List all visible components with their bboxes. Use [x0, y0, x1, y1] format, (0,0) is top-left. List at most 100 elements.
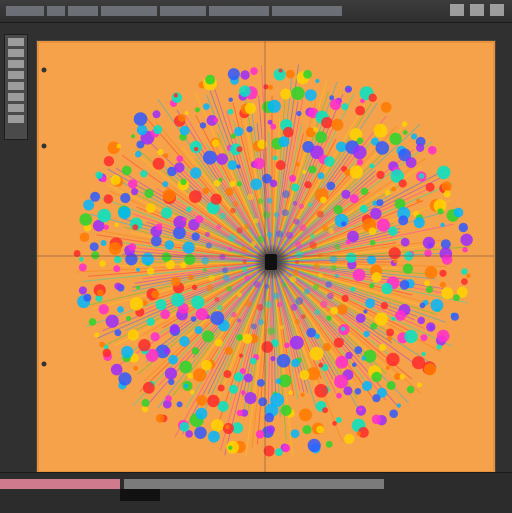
- blob: [368, 93, 377, 102]
- blob: [206, 284, 214, 292]
- blob: [105, 314, 119, 328]
- blob: [132, 224, 139, 231]
- menu-item[interactable]: [68, 6, 98, 16]
- blob: [125, 315, 132, 322]
- blob: [242, 333, 253, 344]
- blob: [240, 246, 248, 253]
- blob: [285, 231, 294, 239]
- blob: [355, 105, 365, 116]
- blob: [100, 240, 107, 246]
- blob: [187, 372, 194, 379]
- window-icon[interactable]: [450, 4, 464, 16]
- blob: [341, 103, 349, 111]
- menu-item[interactable]: [47, 6, 65, 16]
- menu-item[interactable]: [160, 6, 206, 16]
- blob: [141, 405, 148, 413]
- blob: [151, 290, 160, 299]
- window-icon[interactable]: [470, 4, 484, 16]
- blob: [416, 198, 421, 203]
- blob: [308, 165, 317, 174]
- tool-icon[interactable]: [8, 104, 24, 112]
- menu-item[interactable]: [101, 6, 157, 16]
- blob: [120, 192, 131, 204]
- blob: [182, 217, 187, 222]
- blob: [275, 448, 283, 457]
- blob: [268, 84, 273, 90]
- blob: [330, 306, 339, 315]
- menu-item[interactable]: [272, 6, 342, 16]
- blob: [276, 302, 282, 308]
- blob: [250, 178, 262, 191]
- tool-icon[interactable]: [8, 38, 24, 46]
- blob: [313, 127, 318, 133]
- blob: [379, 344, 387, 351]
- blob: [324, 156, 335, 167]
- window-icon[interactable]: [490, 4, 504, 16]
- blob: [340, 326, 346, 332]
- blob: [314, 384, 329, 398]
- blob: [402, 263, 414, 274]
- blob: [210, 311, 225, 326]
- tool-panel[interactable]: [4, 34, 28, 140]
- blob: [88, 318, 97, 326]
- blob: [286, 69, 295, 79]
- blob: [356, 158, 364, 166]
- blob: [336, 392, 342, 399]
- blob: [191, 295, 205, 309]
- blob: [307, 438, 321, 452]
- blob: [369, 163, 375, 169]
- blob: [376, 218, 390, 232]
- blob: [278, 68, 283, 73]
- blob: [194, 326, 203, 335]
- menu-item[interactable]: [6, 6, 44, 16]
- frame-dot: [41, 361, 47, 367]
- blob: [177, 114, 186, 123]
- blob: [326, 315, 332, 321]
- blob: [428, 145, 437, 155]
- blob: [180, 178, 187, 185]
- blob: [315, 131, 328, 144]
- blob: [413, 217, 425, 229]
- blob: [322, 407, 328, 414]
- tool-icon[interactable]: [8, 93, 24, 101]
- blob: [335, 417, 342, 423]
- blob: [318, 362, 324, 368]
- blob: [236, 181, 242, 187]
- blob: [208, 430, 220, 443]
- window-controls[interactable]: [450, 4, 504, 16]
- blob: [388, 226, 398, 236]
- blob: [387, 336, 392, 341]
- tool-icon[interactable]: [8, 49, 24, 57]
- blob: [246, 126, 253, 133]
- blob: [363, 309, 368, 314]
- blob: [280, 88, 292, 100]
- tool-icon[interactable]: [8, 71, 24, 79]
- tool-icon[interactable]: [8, 82, 24, 90]
- blob: [127, 329, 139, 341]
- blob: [295, 241, 302, 249]
- blob: [436, 344, 442, 350]
- blob: [349, 194, 359, 204]
- blob: [304, 181, 312, 189]
- blob: [365, 298, 376, 309]
- blob: [411, 133, 418, 140]
- menu-strip[interactable]: [6, 4, 342, 18]
- blob: [184, 111, 189, 116]
- blob: [250, 67, 258, 75]
- blob: [142, 381, 155, 394]
- blob: [202, 103, 210, 110]
- blob: [279, 325, 284, 330]
- blob: [145, 203, 156, 213]
- blob: [219, 212, 226, 220]
- blob: [320, 196, 327, 204]
- blob: [352, 362, 357, 368]
- blob: [179, 125, 190, 136]
- menu-item[interactable]: [209, 6, 269, 16]
- tool-icon[interactable]: [8, 115, 24, 123]
- blob: [401, 121, 408, 127]
- blob: [250, 241, 256, 247]
- tool-icon[interactable]: [8, 60, 24, 68]
- blob: [103, 194, 114, 204]
- blob: [453, 207, 464, 218]
- blob: [79, 232, 90, 242]
